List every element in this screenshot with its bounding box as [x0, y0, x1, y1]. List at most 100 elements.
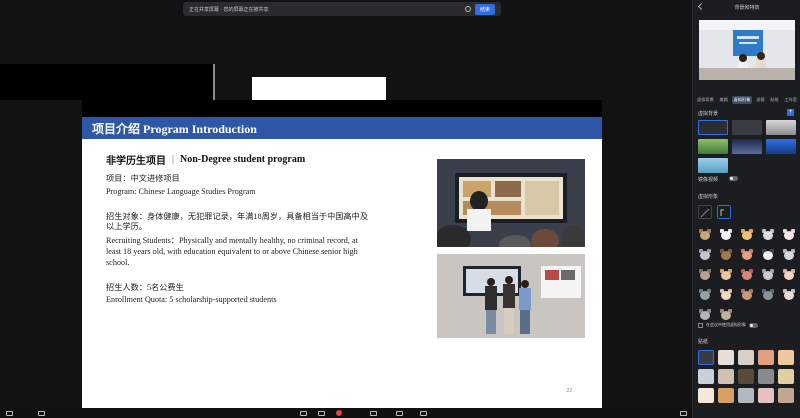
- group-photo: [437, 254, 585, 338]
- slide-title: 项目介绍 Program Introduction: [92, 121, 257, 136]
- background-grid: [698, 120, 796, 173]
- avatar-option[interactable]: [718, 288, 734, 303]
- tab-beauty[interactable]: 美颜: [718, 96, 730, 104]
- camera-icon[interactable]: [38, 411, 45, 416]
- apps-icon[interactable]: [420, 411, 427, 416]
- slide-subheading: 非学历生项目 | Non-Degree student program: [106, 152, 305, 167]
- settings-icon[interactable]: [464, 6, 471, 12]
- group-photo-art: [437, 254, 585, 338]
- recruit-en-line-2: least 18 years old, with education equiv…: [106, 247, 358, 256]
- avatar-option[interactable]: [697, 308, 713, 323]
- avatar-option[interactable]: [697, 228, 713, 243]
- sticker-option[interactable]: [758, 350, 774, 365]
- none-icon: [700, 208, 710, 218]
- sticker-option[interactable]: [758, 369, 774, 384]
- sticker-option[interactable]: [738, 369, 754, 384]
- sticker-option[interactable]: [738, 350, 754, 365]
- tab-sticker[interactable]: 贴纸: [768, 96, 780, 104]
- black-strip: [82, 100, 602, 117]
- avatar-option[interactable]: [739, 268, 755, 283]
- mirror-video-label: 镜像视频: [698, 177, 719, 183]
- share-status-text: 正在共享屏幕 · 您的屏幕正在被共享: [189, 6, 269, 13]
- subheading-cn: 非学历生项目: [106, 156, 166, 167]
- video-preview-art: [699, 20, 795, 80]
- avatar-option[interactable]: [760, 268, 776, 283]
- subheading-en: Non-Degree student program: [180, 154, 306, 165]
- add-background-button[interactable]: +: [787, 109, 794, 116]
- stop-share-button[interactable]: 结束: [474, 3, 495, 15]
- slide-header: 项目介绍 Program Introduction: [82, 117, 602, 139]
- sticker-option[interactable]: [718, 388, 734, 403]
- divider: [213, 64, 215, 100]
- avatar-option[interactable]: [760, 288, 776, 303]
- background-sky[interactable]: [698, 158, 728, 173]
- more-icon[interactable]: [680, 411, 687, 416]
- avatar-option[interactable]: [697, 288, 713, 303]
- avatar-option[interactable]: [697, 248, 713, 263]
- sticker-option[interactable]: [758, 388, 774, 403]
- avatar-option[interactable]: [718, 228, 734, 243]
- background-blue[interactable]: [766, 139, 796, 154]
- avatar-custom-icon: [720, 209, 724, 216]
- shared-slide: 项目介绍 Program Introduction 非学历生项目 | Non-D…: [82, 117, 602, 408]
- tab-virtual-background[interactable]: 虚拟背景: [695, 96, 716, 104]
- section-background-label: 虚拟背景: [698, 111, 719, 117]
- mirror-video-toggle[interactable]: [729, 176, 738, 181]
- avatar-option[interactable]: [781, 228, 797, 243]
- tab-studio[interactable]: 工作室: [782, 96, 799, 104]
- mic-icon[interactable]: [6, 411, 13, 416]
- recruit-cn-line-1: 招生对象：身体健康，无犯罪记录，年满18周岁，具备相当于中国高中及: [106, 212, 369, 221]
- avatar-mode-row: [698, 205, 731, 219]
- record-icon[interactable]: [336, 410, 342, 416]
- tab-filter[interactable]: 滤镜: [754, 96, 766, 104]
- sticker-none[interactable]: [698, 350, 714, 365]
- avatar-option[interactable]: [781, 248, 797, 263]
- meeting-toolbar: [0, 408, 692, 418]
- background-blur[interactable]: [732, 120, 762, 135]
- sticker-option[interactable]: [718, 369, 734, 384]
- avatar-none[interactable]: [698, 205, 712, 219]
- avatar-option[interactable]: [760, 228, 776, 243]
- classroom-photo-art: [437, 159, 585, 247]
- avatar-in-meeting-toggle[interactable]: [749, 322, 758, 328]
- slide-page-number: 22: [566, 388, 572, 394]
- background-nature[interactable]: [698, 139, 728, 154]
- background-night[interactable]: [732, 139, 762, 154]
- white-panel: [252, 77, 386, 100]
- share-icon[interactable]: [370, 411, 377, 416]
- avatar-option[interactable]: [718, 248, 734, 263]
- sticker-grid: [698, 350, 798, 403]
- avatar-option[interactable]: [739, 248, 755, 263]
- participants-icon[interactable]: [318, 411, 325, 416]
- sticker-option[interactable]: [778, 350, 794, 365]
- tab-avatar[interactable]: 虚拟形象: [731, 96, 753, 104]
- avatar-option[interactable]: [718, 268, 734, 283]
- recruit-en-line-3: school.: [106, 258, 130, 267]
- avatar-in-meeting-checkbox[interactable]: [698, 322, 703, 328]
- section-avatar-label: 虚拟形象: [698, 194, 719, 200]
- sticker-option[interactable]: [778, 369, 794, 384]
- security-icon[interactable]: [300, 411, 307, 416]
- sticker-option[interactable]: [698, 388, 714, 403]
- sticker-option[interactable]: [738, 388, 754, 403]
- avatar-option[interactable]: [739, 288, 755, 303]
- project-en: Program: Chinese Language Studies Progra…: [106, 187, 256, 196]
- avatar-option[interactable]: [781, 268, 797, 283]
- reactions-icon[interactable]: [396, 411, 403, 416]
- avatar-custom[interactable]: [717, 205, 731, 219]
- black-panel: [0, 64, 213, 100]
- video-preview: [699, 20, 795, 80]
- background-office[interactable]: [766, 120, 796, 135]
- subheading-separator: |: [172, 154, 175, 165]
- sticker-option[interactable]: [778, 388, 794, 403]
- effects-tabs: 虚拟背景 美颜 虚拟形象 滤镜 贴纸 工作室: [695, 95, 799, 105]
- avatar-option[interactable]: [781, 288, 797, 303]
- avatar-option[interactable]: [697, 268, 713, 283]
- classroom-photo: [437, 159, 585, 247]
- avatar-option[interactable]: [760, 248, 776, 263]
- sticker-option[interactable]: [718, 350, 734, 365]
- background-none[interactable]: [698, 120, 728, 135]
- avatar-option[interactable]: [718, 308, 734, 323]
- avatar-option[interactable]: [739, 228, 755, 243]
- sticker-option[interactable]: [698, 369, 714, 384]
